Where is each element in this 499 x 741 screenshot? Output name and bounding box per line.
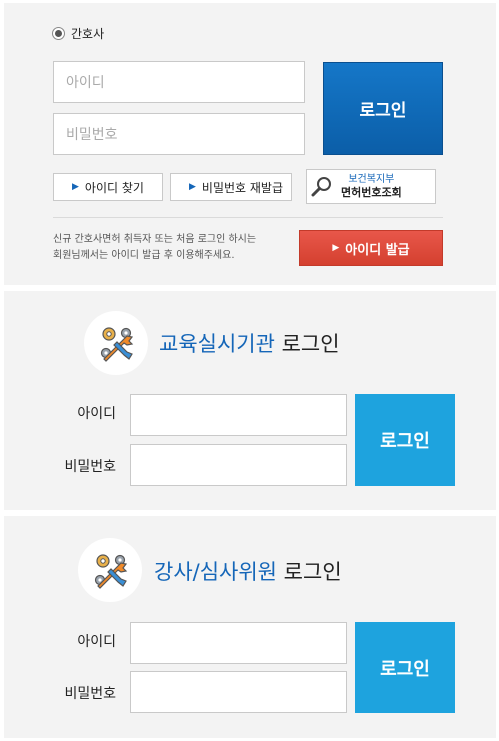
- divider: [53, 217, 443, 218]
- lecturer-password-input[interactable]: [130, 671, 347, 713]
- password-input[interactable]: 비밀번호: [53, 113, 305, 155]
- id-placeholder: 아이디: [66, 75, 105, 91]
- find-id-label: 아이디 찾기: [84, 180, 144, 195]
- license-lookup-line2: 면허번호조회: [341, 185, 402, 199]
- lecturer-title-highlight: 강사/심사위원: [154, 560, 277, 584]
- lecturer-login-title: 강사/심사위원 로그인: [154, 556, 342, 586]
- edu-login-button[interactable]: 로그인: [355, 394, 455, 486]
- lecturer-title-rest: 로그인: [277, 560, 342, 584]
- lecturer-password-label: 비밀번호: [64, 686, 116, 702]
- edu-id-input[interactable]: [130, 394, 347, 436]
- lecturer-login-button[interactable]: 로그인: [355, 622, 455, 713]
- lecturer-id-label: 아이디: [77, 634, 116, 650]
- edu-id-label: 아이디: [77, 406, 116, 422]
- reissue-password-button[interactable]: ▶ 비밀번호 재발급: [170, 173, 292, 201]
- nurse-radio[interactable]: 간호사: [52, 25, 104, 42]
- triangle-right-icon: ▶: [332, 243, 340, 253]
- license-lookup-button[interactable]: 보건복지부 면허번호조회: [306, 169, 436, 204]
- license-lookup-line1: 보건복지부: [348, 173, 395, 185]
- nurse-login-panel: 간호사 아이디 비밀번호 로그인 ▶ 아이디 찾기 ▶ 비밀번호 재발급 보건복…: [4, 3, 496, 285]
- issue-id-label: 아이디 발급: [345, 242, 410, 258]
- edu-title-rest: 로그인: [274, 332, 340, 356]
- magnifier-icon: [307, 176, 337, 198]
- triangle-right-icon: ▶: [189, 182, 196, 192]
- signup-notice: 신규 간호사면허 취득자 또는 처음 로그인 하시는 회원님께서는 아이디 발급…: [53, 232, 293, 264]
- issue-id-button[interactable]: ▶ 아이디 발급: [299, 230, 443, 266]
- find-id-button[interactable]: ▶ 아이디 찾기: [53, 173, 163, 201]
- password-placeholder: 비밀번호: [66, 127, 118, 143]
- notice-line-1: 신규 간호사면허 취득자 또는 처음 로그인 하시는: [53, 234, 257, 245]
- nurse-login-button[interactable]: 로그인: [323, 62, 443, 155]
- edu-title-highlight: 교육실시기관: [159, 332, 275, 356]
- id-input[interactable]: 아이디: [53, 61, 305, 103]
- radio-selected-icon[interactable]: [52, 27, 65, 40]
- triangle-right-icon: ▶: [72, 182, 79, 192]
- education-institution-login-panel: 교육실시기관 로그인 아이디 비밀번호 로그인: [4, 291, 496, 510]
- edu-password-input[interactable]: [130, 444, 347, 486]
- lecturer-id-input[interactable]: [130, 622, 347, 664]
- lecturer-reviewer-login-panel: 강사/심사위원 로그인 아이디 비밀번호 로그인: [4, 516, 496, 738]
- nurse-radio-label: 간호사: [71, 27, 105, 41]
- edu-password-label: 비밀번호: [64, 459, 116, 475]
- notice-line-2: 회원님께서는 아이디 발급 후 이용해주세요.: [53, 250, 235, 261]
- edu-login-title: 교육실시기관 로그인: [159, 328, 340, 358]
- wrench-gears-icon: [78, 538, 142, 602]
- reissue-password-label: 비밀번호 재발급: [201, 180, 284, 195]
- wrench-gears-icon: [84, 311, 148, 375]
